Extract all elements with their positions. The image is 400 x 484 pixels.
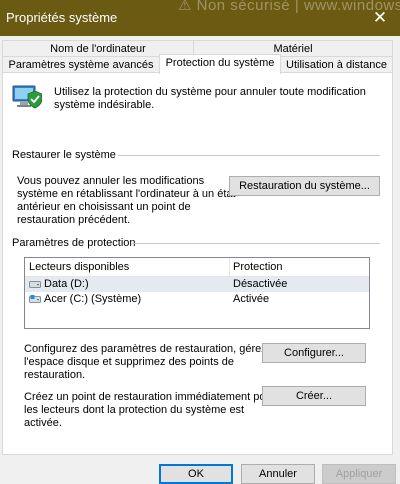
close-button[interactable]: ✕ xyxy=(368,6,392,30)
background-browser-text: ⚠ Non sécurisé | www.windowshelp.org xyxy=(178,0,400,14)
close-icon: ✕ xyxy=(372,8,388,27)
restore-divider xyxy=(118,155,380,156)
configure-button[interactable]: Configurer... xyxy=(262,343,366,363)
drive-status: Désactivée xyxy=(233,278,288,290)
protection-divider xyxy=(132,243,380,244)
window-title: Propriétés système xyxy=(6,10,118,25)
create-desc-line: les lecteurs dont la protection du systè… xyxy=(24,404,245,416)
configure-desc-line: restauration. xyxy=(24,369,86,381)
column-header-protection[interactable]: Protection xyxy=(233,261,283,273)
system-drive-icon xyxy=(29,295,41,303)
intro-text: Utilisez la protection du système pour a… xyxy=(54,86,366,112)
configure-desc-line: Configurez des paramètres de restauratio… xyxy=(24,343,267,355)
drive-status: Activée xyxy=(233,293,270,305)
tab-label: Paramètres système avancés xyxy=(8,59,154,71)
tab-advanced-settings[interactable]: Paramètres système avancés xyxy=(2,56,160,73)
column-header-drives[interactable]: Lecteurs disponibles xyxy=(29,261,129,273)
tab-label: Protection du système xyxy=(165,57,275,69)
drive-name: Data (D:) xyxy=(44,278,89,290)
create-description: Créez un point de restauration immédiate… xyxy=(24,391,275,430)
drives-list-header: Lecteurs disponibles Protection xyxy=(25,258,369,277)
tab-label: Utilisation à distance xyxy=(286,59,387,71)
create-desc-line: Créez un point de restauration immédiate… xyxy=(24,391,276,403)
column-divider xyxy=(229,258,230,276)
configure-description: Configurez des paramètres de restauratio… xyxy=(24,343,267,382)
tab-system-protection[interactable]: Protection du système xyxy=(159,54,281,74)
create-button[interactable]: Créer... xyxy=(262,386,366,406)
intro-line: système indésirable. xyxy=(54,99,155,111)
drive-icon xyxy=(29,281,41,288)
protection-section-label: Paramètres de protection xyxy=(12,237,136,249)
restore-desc-line: système en rétablissant l'ordinateur à u… xyxy=(17,188,236,200)
system-restore-button[interactable]: Restauration du système... xyxy=(229,176,380,196)
drive-row[interactable]: Acer (C:) (Système) Activée xyxy=(25,292,369,307)
apply-button[interactable]: Appliquer xyxy=(322,464,396,484)
drive-name: Acer (C:) (Système) xyxy=(44,293,142,305)
create-desc-line: activée. xyxy=(24,417,62,429)
restore-desc-line: restauration précédent. xyxy=(17,214,131,226)
drive-row[interactable]: Data (D:) Désactivée xyxy=(25,277,369,292)
tab-label: Nom de l'ordinateur xyxy=(50,43,146,55)
ok-button[interactable]: OK xyxy=(159,464,233,484)
title-bar: ⚠ Non sécurisé | www.windowshelp.org Pro… xyxy=(0,0,400,36)
intro-line: Utilisez la protection du système pour a… xyxy=(54,86,366,98)
tab-remote[interactable]: Utilisation à distance xyxy=(280,56,393,73)
restore-desc-line: Vous pouvez annuler les modifications xyxy=(17,175,205,187)
restore-desc-line: antérieur en choisissant un point de xyxy=(17,201,191,213)
restore-description: Vous pouvez annuler les modifications sy… xyxy=(17,175,236,227)
cancel-button[interactable]: Annuler xyxy=(241,464,315,484)
restore-section-label: Restaurer le système xyxy=(12,149,116,161)
configure-desc-line: l'espace disque et supprimez des points … xyxy=(24,356,235,368)
system-protection-icon xyxy=(12,85,42,109)
drives-list[interactable]: Lecteurs disponibles Protection Data (D:… xyxy=(24,257,370,329)
